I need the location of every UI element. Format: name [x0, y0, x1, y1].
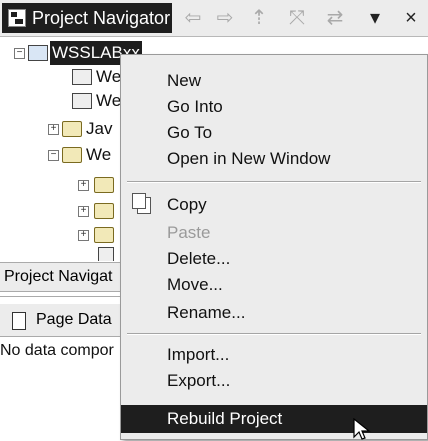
page-data-icon: [12, 312, 26, 330]
back-icon[interactable]: ⇦: [178, 4, 208, 32]
menu-item-import[interactable]: Import...: [121, 341, 427, 369]
project-navigator-tab[interactable]: Project Navigator: [2, 3, 172, 33]
collapse-icon[interactable]: −: [48, 150, 59, 161]
navigator-title-bar: Project Navigator ⇦ ⇨ ⇡ ⤧ ⇄ ▾ ×: [0, 0, 428, 37]
menu-item-label: New: [167, 71, 202, 90]
menu-item-label: Export...: [167, 371, 231, 390]
menu-item-label: Move...: [167, 275, 223, 294]
folder-icon: [94, 227, 114, 243]
project-icon: [28, 45, 48, 61]
tree-item-label: Jav: [86, 119, 113, 138]
tab-page-data[interactable]: Page Data: [36, 306, 112, 334]
tree-item-label: We: [86, 145, 112, 164]
link-with-editor-icon[interactable]: ⇄: [320, 4, 350, 32]
expand-icon[interactable]: +: [78, 206, 89, 217]
forward-icon[interactable]: ⇨: [210, 4, 240, 32]
menu-item-label: Rebuild Project: [167, 409, 283, 428]
tree-item-label: We: [96, 67, 122, 86]
menu-item-go-into[interactable]: Go Into: [121, 93, 427, 121]
menu-item-label: Paste: [167, 223, 211, 242]
menu-item-rename[interactable]: Rename...: [121, 299, 427, 327]
menu-item-label: Copy: [167, 195, 207, 214]
close-icon[interactable]: ×: [396, 4, 426, 32]
menu-item-label: Delete...: [167, 249, 231, 268]
menu-item-label: Go Into: [167, 97, 223, 116]
up-icon[interactable]: ⇡: [244, 4, 274, 32]
expand-icon[interactable]: +: [78, 230, 89, 241]
menu-item-delete[interactable]: Delete...: [121, 245, 427, 273]
menu-item-copy[interactable]: Copy: [121, 191, 427, 219]
descriptor-icon: [72, 93, 92, 109]
menu-item-move[interactable]: Move...: [121, 271, 427, 299]
navigator-view-icon: [8, 9, 26, 27]
menu-item-rebuild-project[interactable]: Rebuild Project: [121, 405, 427, 433]
menu-separator: [127, 181, 421, 183]
menu-item-open-in-new-window[interactable]: Open in New Window: [121, 145, 427, 173]
menu-item-label: Rename...: [167, 303, 246, 322]
menu-item-label: Import...: [167, 345, 230, 364]
menu-item-export[interactable]: Export...: [121, 367, 427, 395]
menu-separator: [127, 333, 421, 335]
context-menu: New Go Into Go To Open in New Window Cop…: [120, 54, 428, 440]
menu-item-new[interactable]: New: [121, 67, 427, 95]
menu-item-label: Open in New Window: [167, 149, 331, 168]
menu-item-paste: Paste: [121, 219, 427, 247]
copy-icon: [132, 193, 151, 214]
folder-icon: [94, 203, 114, 219]
descriptor-icon: [72, 69, 92, 85]
view-menu-icon[interactable]: ▾: [360, 4, 390, 32]
folder-icon: [94, 177, 114, 193]
expand-icon[interactable]: +: [48, 124, 59, 135]
folder-icon: [62, 147, 82, 163]
collapse-all-icon[interactable]: ⤧: [282, 4, 312, 32]
tree-item-label: We: [96, 91, 122, 110]
collapse-icon[interactable]: −: [14, 48, 25, 59]
navigator-title: Project Navigator: [32, 8, 171, 28]
tab-project-navigator[interactable]: Project Navigat: [4, 263, 113, 291]
file-icon: [98, 247, 114, 261]
page-data-empty-message: No data compor: [0, 342, 114, 359]
menu-item-go-to[interactable]: Go To: [121, 119, 427, 147]
expand-icon[interactable]: +: [78, 180, 89, 191]
mouse-cursor-icon: [353, 418, 371, 440]
folder-icon: [62, 121, 82, 137]
menu-item-label: Go To: [167, 123, 213, 142]
